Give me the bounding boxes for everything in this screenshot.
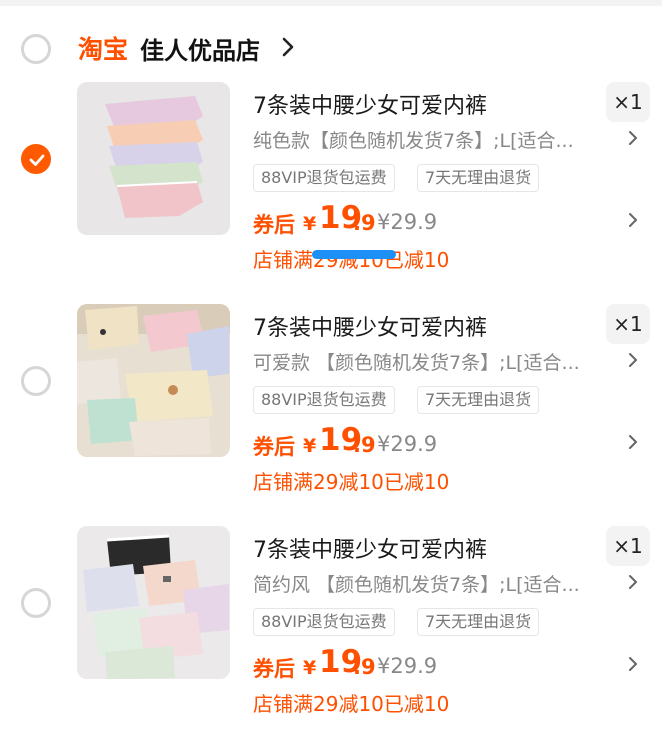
cart-item: 7条装中腰少女可爱内裤 ×1 纯色款【颜色随机发货7条】;L[适合... 88V… [0,82,662,304]
chevron-right-icon[interactable] [628,656,638,672]
chevron-right-icon[interactable] [628,130,638,146]
vip-return-tag: 88VIP退货包运费 [253,386,395,414]
return-policy-tag: 7天无理由退货 [417,386,540,414]
product-spec[interactable]: 简约风 【颜色随机发货7条】;L[适合... [253,570,613,597]
chevron-right-icon[interactable] [282,37,294,57]
check-icon [29,154,45,166]
product-title[interactable]: 7条装中腰少女可爱内裤 [253,88,487,120]
price-decimal: .9 [353,433,376,457]
shop-select-radio[interactable] [21,34,51,64]
quantity-button[interactable]: ×1 [606,304,650,344]
return-policy-tag: 7天无理由退货 [417,608,540,636]
vip-return-tag: 88VIP退货包运费 [253,164,395,192]
shop-promo: 店铺满29减10已减10 [253,470,450,494]
price-label: 券后 [253,435,295,459]
original-price: ¥29.9 [377,210,438,234]
price-label: 券后 [253,657,295,681]
shop-header: 淘宝 佳人优品店 [0,6,662,82]
product-spec[interactable]: 可爱款 【颜色随机发货7条】;L[适合... [253,348,613,375]
product-image[interactable] [77,82,230,235]
product-image[interactable] [77,526,230,679]
chevron-right-icon[interactable] [628,212,638,228]
quantity-button[interactable]: ×1 [606,82,650,122]
price-decimal: .9 [353,655,376,679]
original-price: ¥29.9 [377,432,438,456]
chevron-right-icon[interactable] [628,574,638,590]
price-currency: ¥ [303,213,317,235]
redaction-scribble [312,250,396,259]
chevron-right-icon[interactable] [628,352,638,368]
item-select-radio[interactable] [21,588,51,618]
price-currency: ¥ [303,435,317,457]
price-decimal: .9 [353,211,376,235]
price-currency: ¥ [303,657,317,679]
product-title[interactable]: 7条装中腰少女可爱内裤 [253,310,487,342]
vip-return-tag: 88VIP退货包运费 [253,608,395,636]
cart-item: 7条装中腰少女可爱内裤 ×1 简约风 【颜色随机发货7条】;L[适合... 88… [0,526,662,748]
return-policy-tag: 7天无理由退货 [417,164,540,192]
price-label: 券后 [253,213,295,237]
item-select-radio[interactable] [21,144,51,174]
original-price: ¥29.9 [377,654,438,678]
taobao-logo: 淘宝 [78,35,129,64]
product-spec[interactable]: 纯色款【颜色随机发货7条】;L[适合... [253,126,613,153]
chevron-right-icon[interactable] [628,434,638,450]
cart-item: 7条装中腰少女可爱内裤 ×1 可爱款 【颜色随机发货7条】;L[适合... 88… [0,304,662,526]
product-title[interactable]: 7条装中腰少女可爱内裤 [253,532,487,564]
quantity-button[interactable]: ×1 [606,526,650,566]
shop-name-link[interactable]: 佳人优品店 [140,31,260,66]
shop-promo: 店铺满29减10已减10 [253,692,450,716]
item-select-radio[interactable] [21,366,51,396]
product-image[interactable] [77,304,230,457]
